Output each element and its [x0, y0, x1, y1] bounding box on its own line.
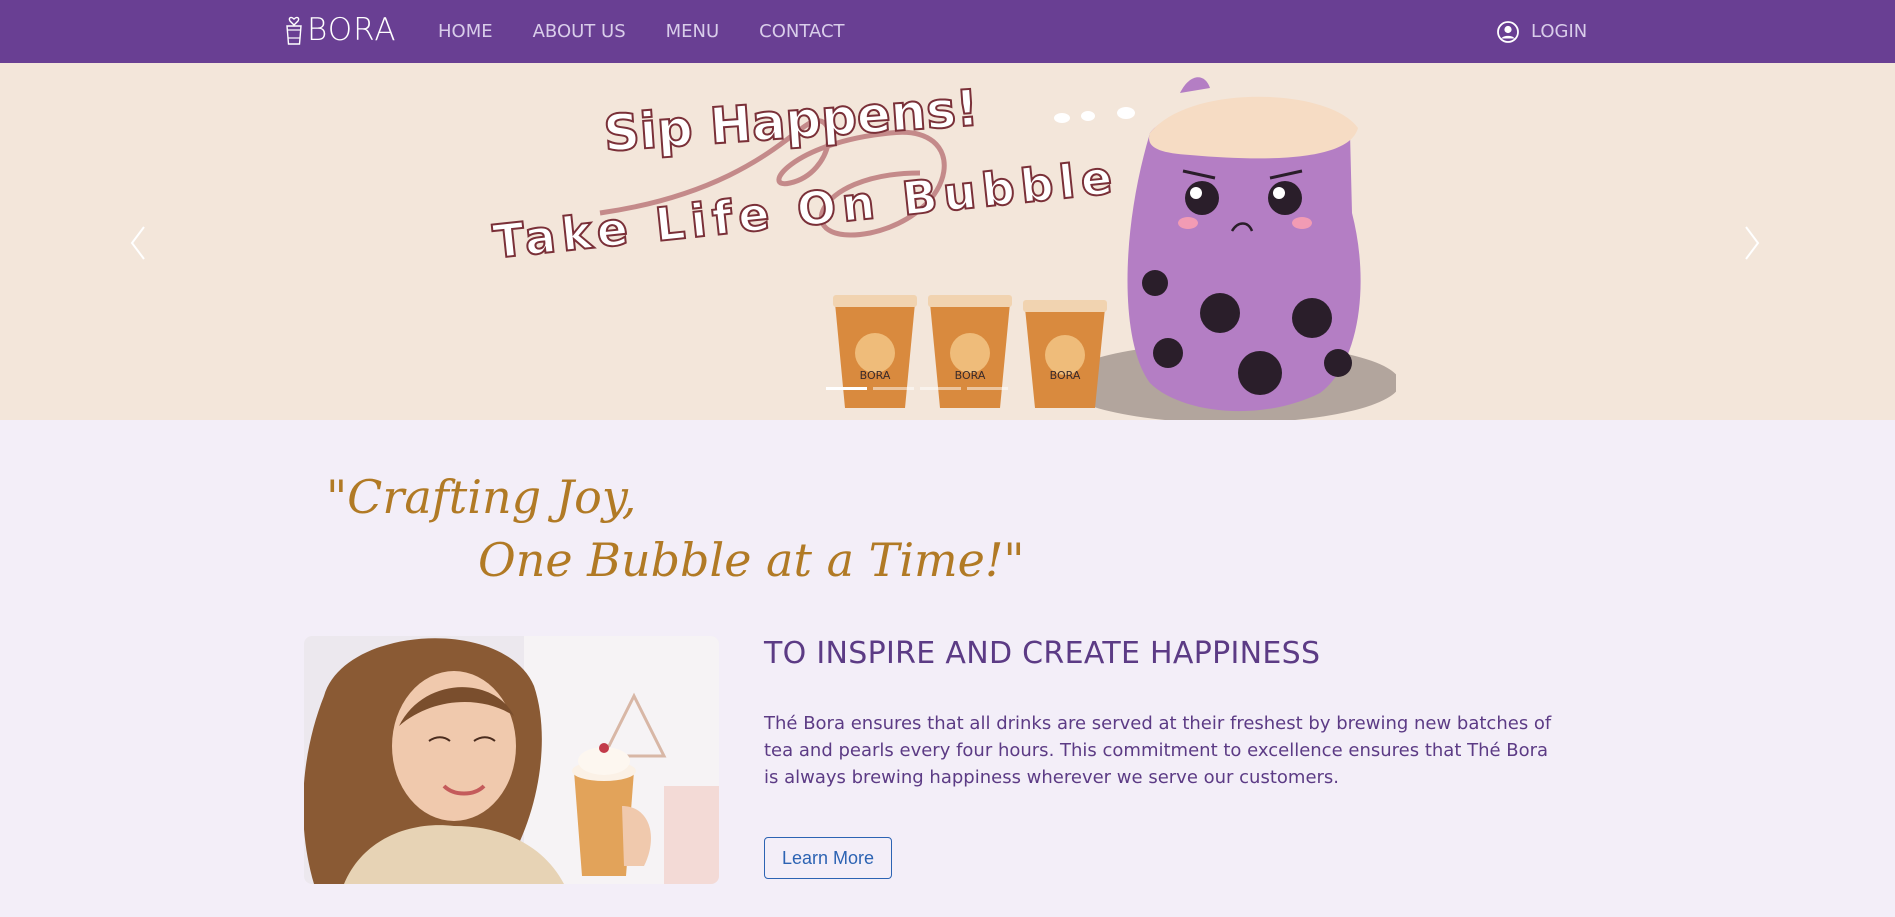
login-label: LOGIN: [1531, 21, 1588, 42]
feature-photo: [304, 636, 719, 884]
slogan-line-1: "Crafting Joy,: [326, 470, 637, 524]
login-link[interactable]: LOGIN: [1496, 0, 1587, 63]
cup-label: BORA: [1050, 369, 1081, 382]
feature-title: TO INSPIRE AND CREATE HAPPINESS: [764, 636, 1321, 671]
cup-image-2: BORA: [928, 295, 1012, 408]
hero-carousel: Sip Happens! Take Life On Bubble BORA BO…: [0, 63, 1895, 420]
nav-home[interactable]: HOME: [438, 21, 493, 42]
nav-contact[interactable]: CONTACT: [759, 21, 844, 42]
navbar: BORA HOME ABOUT US MENU CONTACT LOGIN: [0, 0, 1895, 63]
slogan-line-2: One Bubble at a Time!": [478, 533, 1025, 587]
user-circle-icon: [1497, 20, 1519, 43]
carousel-indicators: [826, 387, 1008, 390]
nav-menu[interactable]: MENU: [666, 21, 720, 42]
cup-heart-icon: [286, 16, 302, 45]
logo-text: BORA: [307, 12, 397, 48]
main-nav: HOME ABOUT US MENU CONTACT: [438, 0, 885, 63]
cup-image-3: BORA: [1023, 300, 1107, 408]
feature-body: Thé Bora ensures that all drinks are ser…: [764, 713, 1552, 788]
carousel-indicator-1[interactable]: [826, 387, 867, 390]
brand-logo[interactable]: BORA: [284, 13, 397, 47]
nav-about-us[interactable]: ABOUT US: [533, 21, 626, 42]
carousel-indicator-2[interactable]: [873, 387, 914, 390]
learn-more-button[interactable]: Learn More: [764, 837, 892, 879]
carousel-indicator-3[interactable]: [920, 387, 961, 390]
cup-label: BORA: [860, 369, 891, 382]
cup-image-1: BORA: [833, 295, 917, 408]
carousel-indicator-4[interactable]: [967, 387, 1008, 390]
hero-banner-image: Sip Happens! Take Life On Bubble BORA BO…: [490, 63, 1396, 420]
carousel-prev-icon[interactable]: [126, 223, 150, 263]
cup-label: BORA: [955, 369, 986, 382]
carousel-next-icon[interactable]: [1740, 223, 1764, 263]
